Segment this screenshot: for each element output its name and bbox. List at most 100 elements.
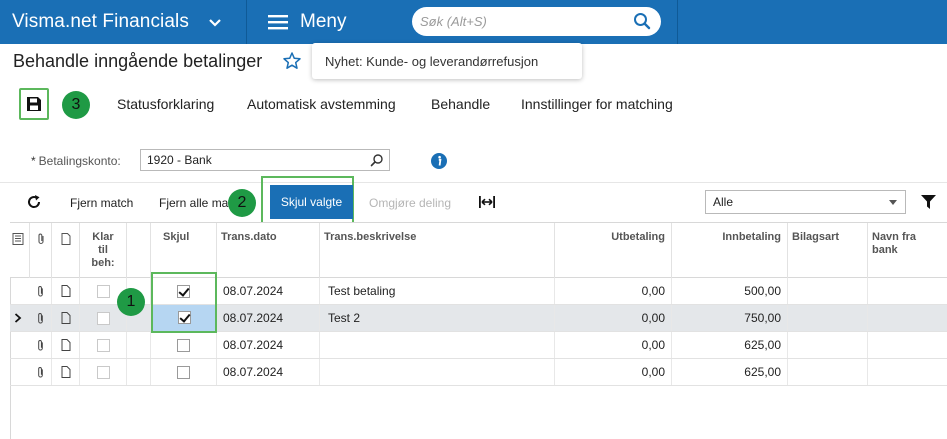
ready-cell[interactable] <box>80 332 127 358</box>
remove-all-matches-button[interactable]: Fjern alle ma <box>159 196 228 210</box>
header-ready-line: beh: <box>91 257 115 269</box>
hide-checkbox[interactable] <box>177 338 190 352</box>
caret-down-icon <box>889 200 897 205</box>
info-icon[interactable] <box>431 153 447 169</box>
table-row[interactable]: 08.07.2024 0,00 625,00 <box>10 359 947 386</box>
header-hide[interactable]: Skjul <box>151 223 217 278</box>
voucher-type-cell <box>788 332 868 358</box>
spacer-cell <box>127 359 151 385</box>
payment-account-input[interactable] <box>147 152 367 168</box>
callout-badge-2: 2 <box>228 189 256 217</box>
global-search[interactable] <box>412 7 661 36</box>
hide-selected-button[interactable]: Skjul valgte <box>270 185 353 219</box>
payment-out-cell: 0,00 <box>555 305 672 331</box>
header-bank-line: Navn fra <box>872 231 917 243</box>
divider <box>677 0 678 44</box>
callout-badge-3: 3 <box>62 91 90 119</box>
chevron-down-icon[interactable] <box>206 13 224 31</box>
ready-checkbox[interactable] <box>96 365 110 379</box>
favorite-star-icon[interactable] <box>282 51 302 71</box>
attachment-cell[interactable] <box>30 332 52 358</box>
document-cell[interactable] <box>52 305 80 331</box>
attachment-cell[interactable] <box>30 305 52 331</box>
hide-checkbox[interactable] <box>177 365 190 379</box>
news-tooltip[interactable]: Nyhet: Kunde- og leverandørrefusjon <box>312 43 582 79</box>
document-cell[interactable] <box>52 359 80 385</box>
header-attachments <box>30 223 52 278</box>
document-icon[interactable] <box>61 366 71 378</box>
auto-reconcile-button[interactable]: Automatisk avstemming <box>247 96 396 112</box>
header-trans-date[interactable]: Trans.dato <box>217 223 320 278</box>
header-ready-to-process[interactable]: Klar til beh: <box>80 223 127 278</box>
filter-icon[interactable] <box>921 195 936 209</box>
highlight-frame <box>151 272 217 333</box>
paperclip-icon[interactable] <box>36 339 45 352</box>
ready-checkbox[interactable] <box>96 284 110 298</box>
voucher-type-cell <box>788 278 868 304</box>
remove-match-button[interactable]: Fjern match <box>70 196 133 210</box>
divider <box>0 182 947 183</box>
payment-account-field[interactable] <box>140 149 390 171</box>
floppy-disk-icon <box>27 97 41 111</box>
voucher-type-cell <box>788 359 868 385</box>
paperclip-icon[interactable] <box>35 233 47 245</box>
search-icon[interactable] <box>633 12 651 30</box>
row-filter-select[interactable]: Alle <box>705 190 906 214</box>
document-icon[interactable] <box>61 339 71 351</box>
required-marker: * <box>31 154 36 168</box>
search-icon[interactable] <box>370 153 384 167</box>
status-explanation-button[interactable]: Statusforklaring <box>117 96 214 112</box>
document-icon[interactable] <box>60 233 72 245</box>
table-row[interactable]: 08.07.2024 0,00 625,00 <box>10 332 947 359</box>
header-ready-line: Klar <box>92 231 114 243</box>
payment-in-cell: 500,00 <box>672 278 788 304</box>
undo-split-button[interactable]: Omgjøre deling <box>369 196 451 210</box>
callout-badge-1: 1 <box>117 288 145 316</box>
ready-checkbox[interactable] <box>96 338 110 352</box>
document-icon[interactable] <box>61 285 71 297</box>
fit-columns-icon[interactable] <box>478 194 496 210</box>
document-icon[interactable] <box>61 312 71 324</box>
search-input[interactable] <box>420 10 625 33</box>
ready-checkbox[interactable] <box>96 311 110 325</box>
hide-cell[interactable] <box>151 359 217 385</box>
current-row-chevron-icon <box>14 313 22 323</box>
payment-account-label-text: Betalingskonto: <box>38 154 121 168</box>
header-payment-out[interactable]: Utbetaling <box>555 223 672 278</box>
voucher-type-cell <box>788 305 868 331</box>
trans-description-cell <box>320 332 555 358</box>
top-navigation-bar: Visma.net Financials Meny <box>0 0 947 44</box>
payment-account-label: * Betalingskonto: <box>31 154 121 168</box>
attachment-cell[interactable] <box>30 278 52 304</box>
header-bank-name[interactable]: Navn fra bank <box>868 223 947 278</box>
trans-date-cell: 08.07.2024 <box>217 332 320 358</box>
payment-in-cell: 625,00 <box>672 359 788 385</box>
notes-icon[interactable] <box>12 233 24 245</box>
paperclip-icon[interactable] <box>36 366 45 379</box>
ready-cell[interactable] <box>80 359 127 385</box>
attachment-cell[interactable] <box>30 359 52 385</box>
page-title: Behandle inngående betalinger <box>13 51 263 71</box>
header-ready-line: til <box>98 244 108 256</box>
menu-label: Meny <box>300 11 347 32</box>
header-payment-in[interactable]: Innbetaling <box>672 223 788 278</box>
main-menu-button[interactable]: Meny <box>268 0 346 44</box>
spacer-cell <box>127 332 151 358</box>
matching-settings-button[interactable]: Innstillinger for matching <box>521 96 673 112</box>
document-cell[interactable] <box>52 278 80 304</box>
header-voucher-type[interactable]: Bilagsart <box>788 223 868 278</box>
divider <box>246 0 247 44</box>
app-switcher[interactable]: Visma.net Financials <box>0 0 246 44</box>
header-trans-description[interactable]: Trans.beskrivelse <box>320 223 555 278</box>
hide-cell[interactable] <box>151 332 217 358</box>
save-button[interactable] <box>19 88 49 120</box>
header-spacer <box>127 223 151 278</box>
grid-header: Klar til beh: Skjul Trans.dato Trans.bes… <box>10 222 947 278</box>
row-filter-value: Alle <box>713 195 734 209</box>
process-button[interactable]: Behandle <box>431 96 490 112</box>
hamburger-icon <box>268 15 288 30</box>
paperclip-icon[interactable] <box>36 285 45 298</box>
document-cell[interactable] <box>52 332 80 358</box>
refresh-icon[interactable] <box>26 194 42 210</box>
paperclip-icon[interactable] <box>36 312 45 325</box>
